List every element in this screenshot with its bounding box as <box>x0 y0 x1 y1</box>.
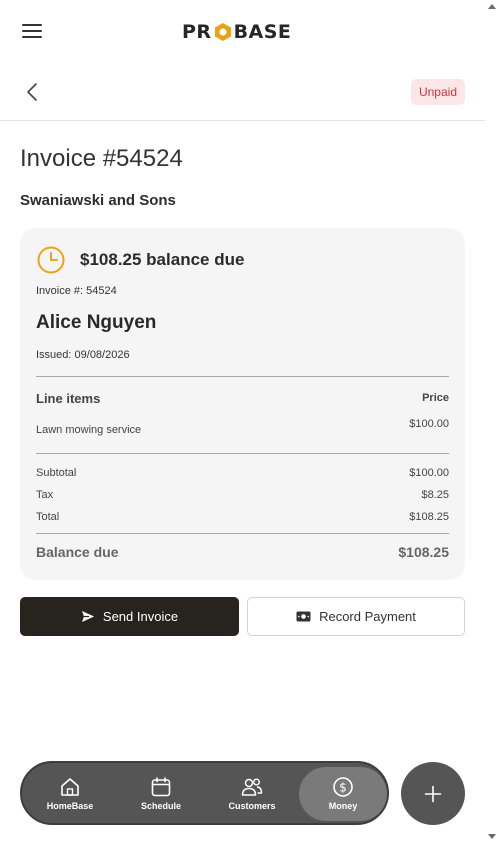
sub-header: Unpaid <box>0 64 485 121</box>
nav-item-customers[interactable]: Customers <box>208 767 296 821</box>
balance-due-label: Balance due <box>36 544 119 560</box>
nav-item-schedule[interactable]: Schedule <box>117 767 205 821</box>
menu-icon[interactable] <box>22 24 42 40</box>
nav-item-money[interactable]: $ Money <box>299 767 387 821</box>
invoice-number: Invoice #: 54524 <box>36 285 117 297</box>
scroll-down-arrow-icon[interactable] <box>488 834 496 839</box>
balance-headline: $108.25 balance due <box>80 250 245 269</box>
status-badge: Unpaid <box>410 79 465 105</box>
scroll-up-arrow-icon[interactable] <box>488 4 496 9</box>
divider <box>36 376 449 377</box>
hexagon-logo-icon <box>214 23 231 41</box>
record-payment-button[interactable]: Record Payment <box>247 597 465 636</box>
total-value: $108.25 <box>409 511 449 523</box>
top-bar: PR BASE <box>0 0 485 64</box>
dollar-icon: $ <box>333 777 353 797</box>
nav-item-homebase[interactable]: HomeBase <box>26 767 114 821</box>
app-shell: PR BASE Unpaid Invoice #54524 Swaniawski… <box>0 0 485 845</box>
tax-label: Tax <box>36 489 54 501</box>
send-icon <box>81 611 94 622</box>
nav-label: HomeBase <box>46 801 94 811</box>
svg-text:$: $ <box>339 781 347 795</box>
bottom-navigation: HomeBase Schedule Customers $ Money <box>20 761 389 825</box>
subtotal-label: Subtotal <box>36 467 77 479</box>
scrollbar[interactable] <box>485 0 500 845</box>
send-invoice-button[interactable]: Send Invoice <box>20 597 239 636</box>
line-item-price: $100.00 <box>409 418 449 430</box>
probase-logo: PR BASE <box>182 20 291 44</box>
cash-icon <box>296 611 311 622</box>
plus-icon <box>424 785 442 802</box>
calendar-icon <box>151 777 171 797</box>
back-chevron-icon[interactable] <box>24 82 42 102</box>
home-icon <box>61 778 79 796</box>
issued-date: Issued: 09/08/2026 <box>36 349 130 361</box>
record-payment-label: Record Payment <box>319 609 416 624</box>
nav-label: Customers <box>228 801 276 811</box>
balance-due-value: $108.25 <box>398 544 449 560</box>
line-items-header: Line items <box>36 391 101 406</box>
company-name: Swaniawski and Sons <box>20 192 176 209</box>
clock-icon <box>37 246 65 274</box>
invoice-card: $108.25 balance due Invoice #: 54524 Ali… <box>20 228 465 580</box>
logo-text-right: BASE <box>233 21 292 43</box>
line-item-description: Lawn mowing service <box>36 424 142 436</box>
tax-value: $8.25 <box>421 489 449 501</box>
send-invoice-label: Send Invoice <box>102 609 179 624</box>
page-title: Invoice #54524 <box>20 145 183 172</box>
subtotal-value: $100.00 <box>409 467 449 479</box>
divider <box>36 453 449 454</box>
logo-text-left: PR <box>182 21 212 43</box>
price-header: Price <box>422 392 449 404</box>
nav-label: Money <box>328 801 358 811</box>
users-icon <box>241 778 263 796</box>
total-label: Total <box>36 511 60 523</box>
divider <box>36 533 449 534</box>
nav-label: Schedule <box>140 801 181 811</box>
client-name: Alice Nguyen <box>36 312 157 333</box>
add-button[interactable] <box>401 762 465 825</box>
